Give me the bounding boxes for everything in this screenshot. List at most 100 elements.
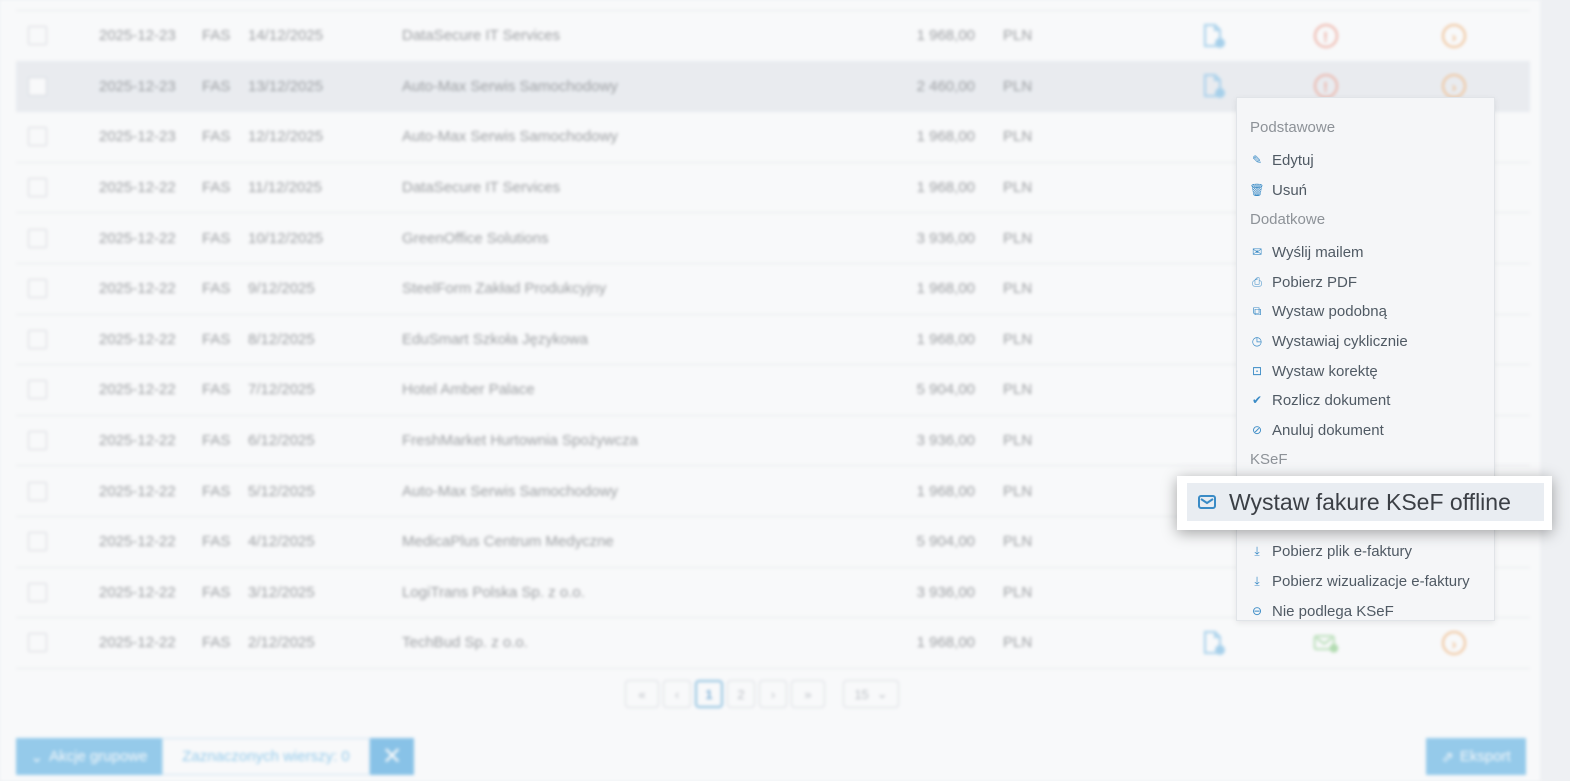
document-type: FAS <box>178 364 248 416</box>
menu-item[interactable]: ⊡ Wystaw korektę <box>1250 359 1378 383</box>
row-checkbox[interactable] <box>28 582 47 602</box>
row-checkbox-cell <box>16 212 62 264</box>
page-size-select[interactable]: 15 ⌄ <box>843 680 899 708</box>
copy-icon: ⧉ <box>1252 303 1262 318</box>
currency: PLN <box>975 364 1043 416</box>
invoice-number: 14/12/2025 <box>248 11 402 62</box>
row-checkbox[interactable] <box>28 279 47 299</box>
gross-amount: 1 968,00 <box>832 11 975 62</box>
gross-amount: 5 904,00 <box>832 516 975 568</box>
menu-item[interactable]: ⎙ Pobierz PDF <box>1250 270 1357 294</box>
issue-date: 2025-12-22 <box>62 617 178 669</box>
issue-date: 2025-12-22 <box>62 415 178 467</box>
menu-item[interactable]: ⊘ Anuluj dokument <box>1250 418 1384 442</box>
row-checkbox[interactable] <box>28 380 47 400</box>
gross-amount: 3 936,00 <box>832 567 975 619</box>
envelope-icon: ✉ <box>1251 245 1263 259</box>
envelope-icon <box>1198 495 1216 509</box>
row-checkbox[interactable] <box>28 431 47 451</box>
row-checkbox[interactable] <box>28 76 47 96</box>
document-icon[interactable] <box>1199 74 1227 99</box>
export-button[interactable]: ⇗ Eksport <box>1426 738 1526 775</box>
document-type: FAS <box>178 111 248 163</box>
menu-item-label: Wystawiaj cyklicznie <box>1272 332 1408 350</box>
menu-item[interactable]: ⧉ Wystaw podobną <box>1250 299 1387 323</box>
row-checkbox[interactable] <box>28 532 47 552</box>
currency: PLN <box>975 162 1043 214</box>
menu-item-label: Wystaw korektę <box>1272 362 1378 380</box>
trash-icon: 🗑 <box>1249 183 1265 197</box>
row-checkbox[interactable] <box>28 633 47 653</box>
row-checkbox[interactable] <box>28 481 47 501</box>
menu-item[interactable]: ✎ Edytuj <box>1250 148 1314 172</box>
client-name: FreshMarket Hurtownia Spożywcza <box>402 415 832 467</box>
empty-cell <box>1043 567 1153 619</box>
invoice-number: 3/12/2025 <box>248 567 402 619</box>
client-name: LogiTrans Polska Sp. z o.o. <box>402 567 832 619</box>
last-page-button[interactable]: » <box>791 680 825 708</box>
correction-icon: ⊡ <box>1251 364 1263 378</box>
clock-icon: ◷ <box>1251 334 1263 348</box>
menu-item-label: Wystaw podobną <box>1272 302 1387 320</box>
invoice-number: 5/12/2025 <box>248 465 402 517</box>
row-actions-button[interactable]: › <box>1442 630 1466 655</box>
invoice-number: 13/12/2025 <box>248 61 402 113</box>
document-icon[interactable] <box>1199 630 1227 655</box>
row-checkbox[interactable] <box>28 228 47 248</box>
table-row[interactable]: 2025-12-23 FAS 14/12/2025 DataSecure IT Ser… <box>16 11 1530 62</box>
menu-section-dodatkowe: Dodatkowe <box>1250 211 1326 228</box>
table-row[interactable]: 2025-12-22 FAS 2/12/2025 TechBud Sp. z o.o.… <box>16 617 1530 669</box>
document-type: FAS <box>178 162 248 214</box>
issue-date: 2025-12-22 <box>62 212 178 264</box>
first-page-button[interactable]: « <box>625 680 659 708</box>
client-name: SteelForm Zakład Produkcyjny <box>402 263 832 315</box>
issue-date: 2025-12-23 <box>62 111 178 163</box>
empty-cell <box>1043 111 1153 163</box>
empty-cell <box>1043 415 1153 467</box>
menu-item[interactable]: ⊖ Nie podlega KSeF <box>1250 599 1394 623</box>
page-1-button[interactable]: 1 <box>695 680 723 708</box>
invoice-number: 6/12/2025 <box>248 415 402 467</box>
document-icon[interactable] <box>1199 23 1227 48</box>
row-actions-menu: Podstawowe ✎ Edytuj 🗑 Usuń Dodatkowe ✉ Wyślij m… <box>1236 97 1495 621</box>
empty-cell <box>1043 364 1153 416</box>
invoice-number: 10/12/2025 <box>248 212 402 264</box>
prev-page-button[interactable]: ‹ <box>663 680 691 708</box>
menu-item[interactable]: ✔ Rozlicz dokument <box>1250 388 1390 412</box>
issue-date: 2025-12-22 <box>62 364 178 416</box>
next-page-button[interactable]: › <box>759 680 787 708</box>
invoice-number: 4/12/2025 <box>248 516 402 568</box>
menu-item[interactable]: ◷ Wystawiaj cyklicznie <box>1250 329 1408 353</box>
issue-ksef-offline-label: Wystaw fakure KSeF offline <box>1229 488 1511 515</box>
menu-item-label: Rozlicz dokument <box>1272 391 1391 409</box>
currency: PLN <box>975 415 1043 467</box>
row-checkbox-cell <box>16 415 62 467</box>
menu-item-label: Wyślij mailem <box>1272 243 1364 261</box>
ban-icon: ⊘ <box>1251 423 1263 437</box>
warning-icon[interactable]: ! <box>1313 23 1338 48</box>
menu-item[interactable]: ⤓ Pobierz plik e-faktury <box>1250 539 1412 563</box>
currency: PLN <box>975 314 1043 366</box>
issue-date: 2025-12-22 <box>62 263 178 315</box>
row-checkbox[interactable] <box>28 127 47 147</box>
empty-cell <box>1043 516 1153 568</box>
page-2-button[interactable]: 2 <box>727 680 755 708</box>
currency: PLN <box>975 465 1043 517</box>
menu-item[interactable]: ⤓ Pobierz wizualizacje e-faktury <box>1250 569 1469 593</box>
ksef-sent-icon <box>1312 634 1340 653</box>
row-actions-button[interactable]: › <box>1442 74 1466 99</box>
row-actions-button[interactable]: › <box>1442 23 1466 48</box>
issue-ksef-offline-item[interactable]: Wystaw fakure KSeF offline <box>1187 483 1544 521</box>
clear-selection-button[interactable]: ✕ <box>370 738 414 775</box>
bulk-actions-button[interactable]: ⌄ Akcje grupowe <box>16 738 162 775</box>
menu-item[interactable]: ✉ Wyślij mailem <box>1250 240 1364 264</box>
row-checkbox[interactable] <box>28 178 47 198</box>
menu-item[interactable]: 🗑 Usuń <box>1249 178 1307 202</box>
warning-icon[interactable]: ! <box>1313 74 1338 99</box>
row-checkbox[interactable] <box>28 329 47 349</box>
menu-item-label: Pobierz PDF <box>1272 273 1358 291</box>
client-name: Auto-Max Serwis Samochodowy <box>402 465 832 517</box>
ksef-status-cell <box>1273 617 1378 669</box>
row-checkbox-cell <box>16 111 62 163</box>
row-checkbox[interactable] <box>28 26 47 46</box>
